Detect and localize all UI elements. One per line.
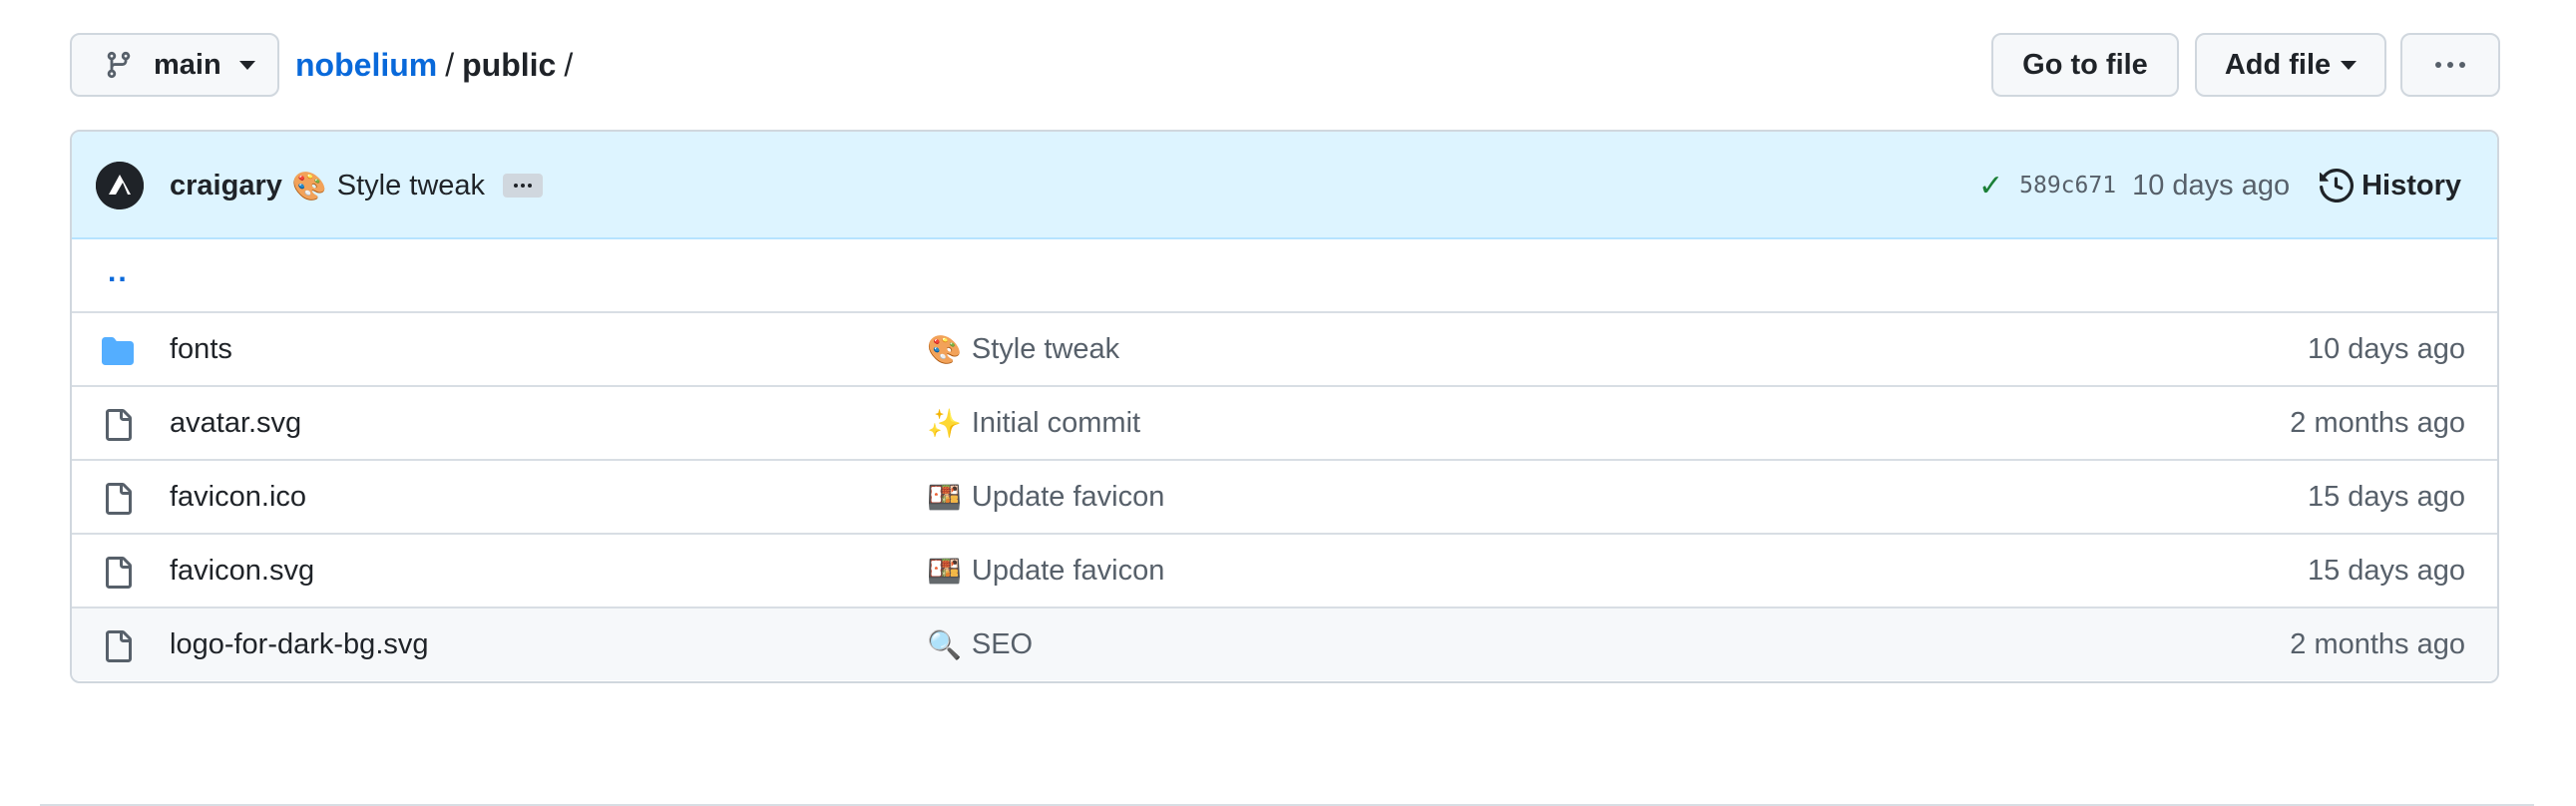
commit-message-text: Initial commit <box>971 406 1141 439</box>
history-label: History <box>2361 169 2461 202</box>
table-row: favicon.ico 🍱 Update favicon 15 days ago <box>72 459 2497 533</box>
file-commit-message[interactable]: 🔍 SEO <box>927 628 1033 661</box>
commit-time: 10 days ago <box>2132 169 2291 202</box>
commit-message-text: Update favicon <box>971 480 1165 513</box>
commit-emoji: 🎨 <box>927 333 962 365</box>
chevron-down-icon <box>2341 60 2358 70</box>
commit-emoji: 🎨 <box>291 170 327 202</box>
file-icon <box>106 557 132 589</box>
table-row: logo-for-dark-bg.svg 🔍 SEO 2 months ago <box>72 606 2497 680</box>
branch-select-button[interactable]: main <box>70 33 279 97</box>
breadcrumb-repo-link[interactable]: nobelium <box>295 47 437 84</box>
file-icon <box>106 409 132 441</box>
breadcrumb-current-dir: public <box>462 46 557 83</box>
file-time: 10 days ago <box>2307 332 2465 365</box>
parent-dir-link[interactable]: .. <box>108 255 129 289</box>
file-time: 15 days ago <box>2307 480 2465 513</box>
go-to-file-label: Go to file <box>2022 48 2148 81</box>
commit-message-link[interactable]: Style tweak <box>337 170 485 202</box>
go-to-file-button[interactable]: Go to file <box>1991 33 2179 97</box>
history-button[interactable]: History <box>2320 169 2461 202</box>
branch-name: main <box>154 48 221 81</box>
file-time: 2 months ago <box>2290 627 2465 660</box>
add-file-button[interactable]: Add file <box>2195 33 2386 97</box>
table-row: avatar.svg ✨ Initial commit 2 months ago <box>72 385 2497 459</box>
commit-emoji: 🍱 <box>927 481 962 513</box>
commit-emoji: 🔍 <box>927 628 962 660</box>
author-avatar[interactable] <box>96 162 144 209</box>
file-commit-message[interactable]: 🍱 Update favicon <box>927 481 1164 514</box>
file-name-link[interactable]: avatar.svg <box>170 407 301 440</box>
file-name-link[interactable]: fonts <box>170 333 232 366</box>
commit-summary: craigary 🎨 Style tweak <box>170 132 544 239</box>
file-name-link[interactable]: favicon.ico <box>170 481 306 514</box>
table-row: fonts 🎨 Style tweak 10 days ago <box>72 311 2497 385</box>
commit-message-text: Style tweak <box>971 332 1120 365</box>
breadcrumb-separator: / <box>445 46 455 83</box>
commit-message-text: Update favicon <box>971 554 1165 587</box>
commit-author-link[interactable]: craigary <box>170 170 282 202</box>
commit-meta: ✓ 589c671 10 days ago History <box>1978 132 2461 239</box>
table-row: favicon.svg 🍱 Update favicon 15 days ago <box>72 533 2497 606</box>
more-options-button[interactable] <box>2400 33 2500 97</box>
file-name-link[interactable]: favicon.svg <box>170 555 314 588</box>
file-time: 15 days ago <box>2307 554 2465 587</box>
commit-message-text: SEO <box>971 627 1034 660</box>
file-time: 2 months ago <box>2290 406 2465 439</box>
file-icon <box>106 630 132 662</box>
git-branch-icon <box>107 51 131 79</box>
file-commit-message[interactable]: ✨ Initial commit <box>927 407 1140 440</box>
commit-emoji: 🍱 <box>927 555 962 587</box>
commit-emoji: ✨ <box>927 407 962 439</box>
file-commit-message[interactable]: 🎨 Style tweak <box>927 333 1119 366</box>
file-name-link[interactable]: logo-for-dark-bg.svg <box>170 628 429 661</box>
file-commit-message[interactable]: 🍱 Update favicon <box>927 555 1164 588</box>
add-file-label: Add file <box>2224 48 2332 81</box>
check-icon[interactable]: ✓ <box>1978 169 2003 203</box>
commit-sha-link[interactable]: 589c671 <box>2019 173 2116 199</box>
file-browser: craigary 🎨 Style tweak ✓ 589c671 10 days… <box>70 130 2499 683</box>
file-icon <box>106 483 132 515</box>
history-icon <box>2320 169 2355 202</box>
parent-dir-row[interactable]: .. <box>72 239 2497 311</box>
folder-icon <box>102 337 134 365</box>
repo-toolbar: main nobelium / public / Go to file Add … <box>70 33 2500 97</box>
breadcrumb-trailing-separator: / <box>564 46 574 83</box>
kebab-horizontal-icon <box>2435 62 2465 68</box>
expand-commit-button[interactable] <box>503 174 544 198</box>
breadcrumb: nobelium / public / <box>295 33 581 97</box>
latest-commit-bar: craigary 🎨 Style tweak ✓ 589c671 10 days… <box>72 132 2497 239</box>
avatar-logo-icon <box>96 162 144 209</box>
chevron-down-icon <box>238 60 255 70</box>
